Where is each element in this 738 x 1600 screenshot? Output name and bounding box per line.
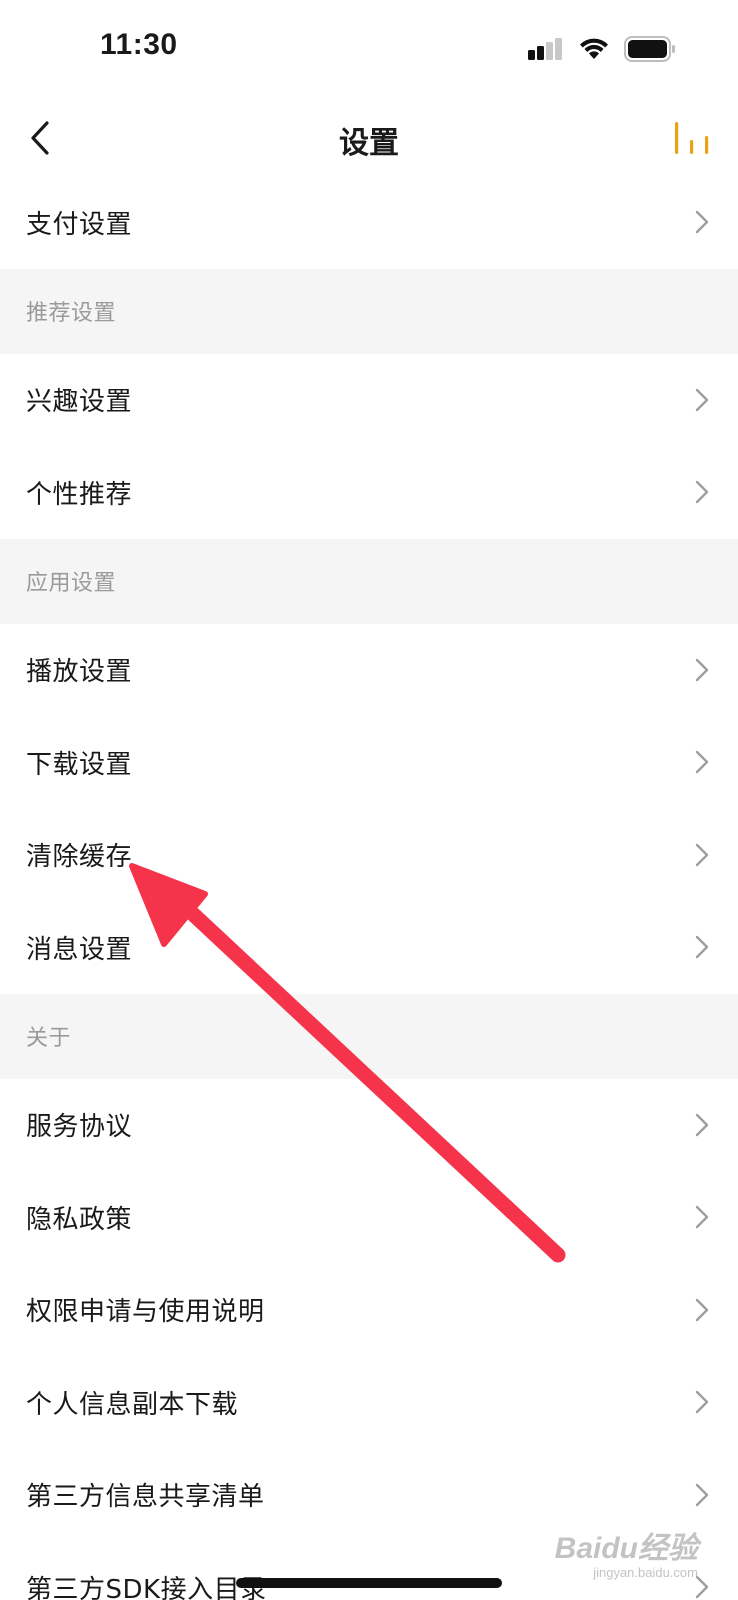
status-icons [528, 36, 676, 62]
settings-list: 支付设置 推荐设置 兴趣设置 个性推荐 应用设置 播放设置 下载设置 清除缓存 [0, 176, 738, 1600]
battery-icon [624, 36, 675, 62]
chevron-right-icon [695, 211, 709, 234]
home-indicator[interactable] [236, 1578, 502, 1588]
settings-screen: 11:30 设置 支付设置 推荐设置 兴趣设置 个性推荐 应用设置 播放设置 下… [0, 0, 738, 1600]
row-label: 播放设置 [26, 657, 133, 688]
section-header-recommend: 推荐设置 [0, 268, 738, 354]
chevron-right-icon [695, 1206, 709, 1229]
chevron-right-icon [695, 751, 709, 774]
row-personalized-recommend[interactable]: 个性推荐 [0, 446, 738, 539]
bar-chart-icon [675, 122, 709, 154]
status-bar: 11:30 [0, 0, 738, 100]
chevron-right-icon [695, 658, 709, 681]
watermark-url: jingyan.baidu.com [593, 1565, 698, 1580]
chevron-right-icon [695, 843, 709, 866]
section-header-app: 应用设置 [0, 538, 738, 624]
row-label: 消息设置 [26, 934, 133, 965]
row-label: 权限申请与使用说明 [26, 1297, 265, 1328]
chevron-right-icon [695, 1483, 709, 1506]
section-header-about: 关于 [0, 993, 738, 1079]
row-label: 支付设置 [26, 209, 133, 240]
row-label: 兴趣设置 [26, 387, 133, 418]
wifi-icon [580, 38, 608, 59]
row-label: 第三方信息共享清单 [26, 1482, 265, 1513]
row-service-agreement[interactable]: 服务协议 [0, 1078, 738, 1171]
chevron-right-icon [695, 1113, 709, 1136]
page-title: 设置 [339, 126, 399, 161]
cellular-signal-icon [528, 38, 562, 60]
row-playback-settings[interactable]: 播放设置 [0, 623, 738, 716]
row-clear-cache[interactable]: 清除缓存 [0, 808, 738, 901]
row-label: 下载设置 [26, 749, 133, 780]
watermark-logo: Baidu经验 [554, 1532, 698, 1565]
row-permissions[interactable]: 权限申请与使用说明 [0, 1263, 738, 1356]
stats-button[interactable] [672, 118, 712, 158]
chevron-right-icon [695, 1298, 709, 1321]
chevron-right-icon [695, 481, 709, 504]
row-message-settings[interactable]: 消息设置 [0, 901, 738, 994]
section-title: 推荐设置 [26, 301, 117, 326]
row-privacy-policy[interactable]: 隐私政策 [0, 1171, 738, 1264]
section-title: 关于 [26, 1026, 72, 1051]
chevron-right-icon [695, 388, 709, 411]
row-label: 个性推荐 [26, 479, 133, 510]
chevron-right-icon [695, 1391, 709, 1414]
section-title: 应用设置 [26, 571, 117, 596]
status-time: 11:30 [100, 28, 178, 61]
row-payment-settings[interactable]: 支付设置 [0, 176, 738, 269]
row-label: 服务协议 [26, 1112, 133, 1143]
row-label: 个人信息副本下载 [26, 1389, 239, 1420]
row-label: 第三方SDK接入目录 [26, 1574, 267, 1600]
row-download-settings[interactable]: 下载设置 [0, 716, 738, 809]
row-personal-info-download[interactable]: 个人信息副本下载 [0, 1356, 738, 1449]
nav-bar: 设置 [0, 100, 738, 180]
row-label: 清除缓存 [26, 842, 133, 873]
watermark: Baidu经验 jingyan.baidu.com [555, 1523, 698, 1580]
row-interest-settings[interactable]: 兴趣设置 [0, 353, 738, 446]
chevron-right-icon [695, 936, 709, 959]
row-label: 隐私政策 [26, 1204, 133, 1235]
